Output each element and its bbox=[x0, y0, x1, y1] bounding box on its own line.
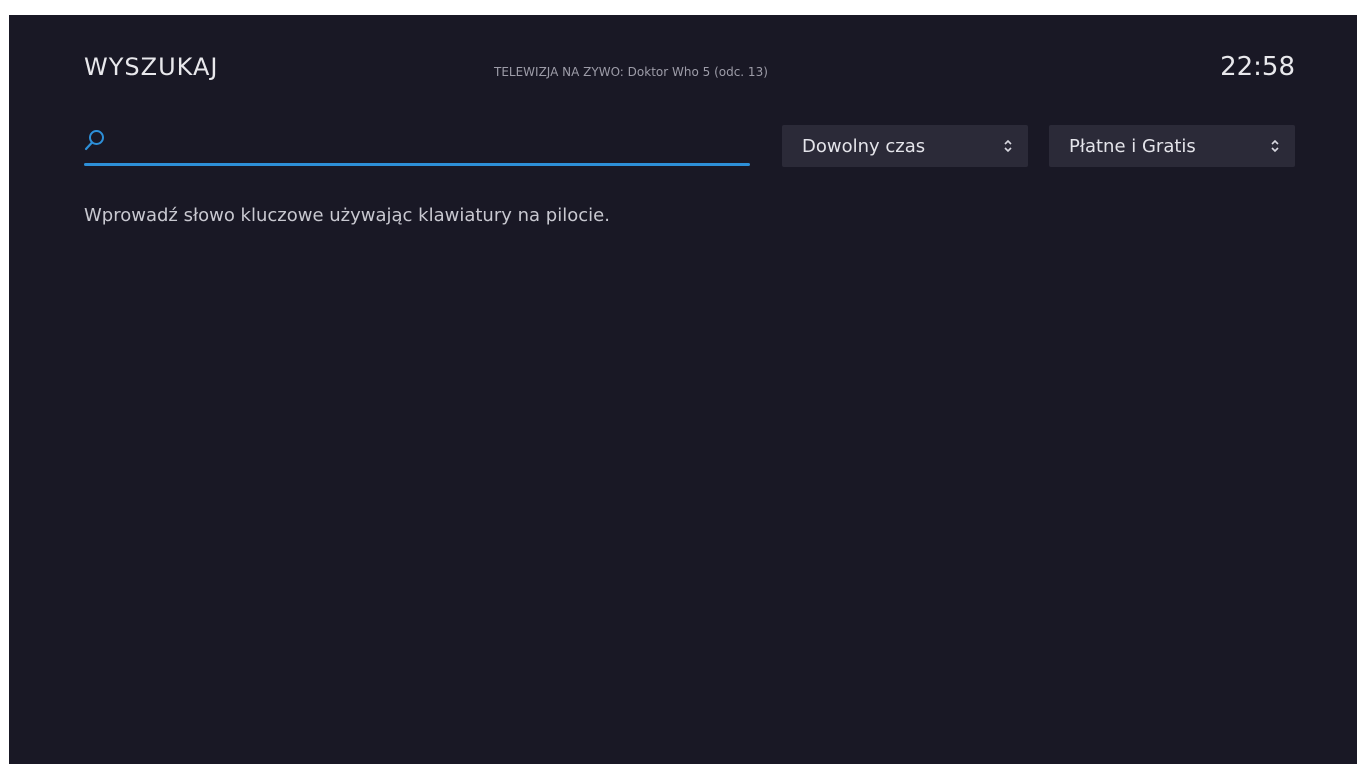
search-input[interactable] bbox=[116, 129, 740, 155]
search-box[interactable] bbox=[84, 125, 750, 171]
time-filter-dropdown[interactable]: Dowolny czas bbox=[782, 125, 1028, 167]
up-down-arrows-icon bbox=[1271, 139, 1279, 153]
search-underline bbox=[84, 163, 750, 166]
search-hint: Wprowadź słowo kluczowe używając klawiat… bbox=[84, 205, 610, 226]
price-filter-dropdown[interactable]: Płatne i Gratis bbox=[1049, 125, 1295, 167]
search-icon bbox=[84, 130, 104, 151]
price-filter-label: Płatne i Gratis bbox=[1069, 135, 1196, 157]
tv-screen: WYSZUKAJ TELEWIZJA NA ZYWO: Doktor Who 5… bbox=[9, 15, 1357, 764]
up-down-arrows-icon bbox=[1004, 139, 1012, 153]
clock: 22:58 bbox=[1220, 52, 1295, 82]
time-filter-label: Dowolny czas bbox=[802, 135, 926, 157]
now-playing-info: TELEWIZJA NA ZYWO: Doktor Who 5 (odc. 13… bbox=[494, 65, 768, 79]
page-title: WYSZUKAJ bbox=[84, 53, 219, 81]
